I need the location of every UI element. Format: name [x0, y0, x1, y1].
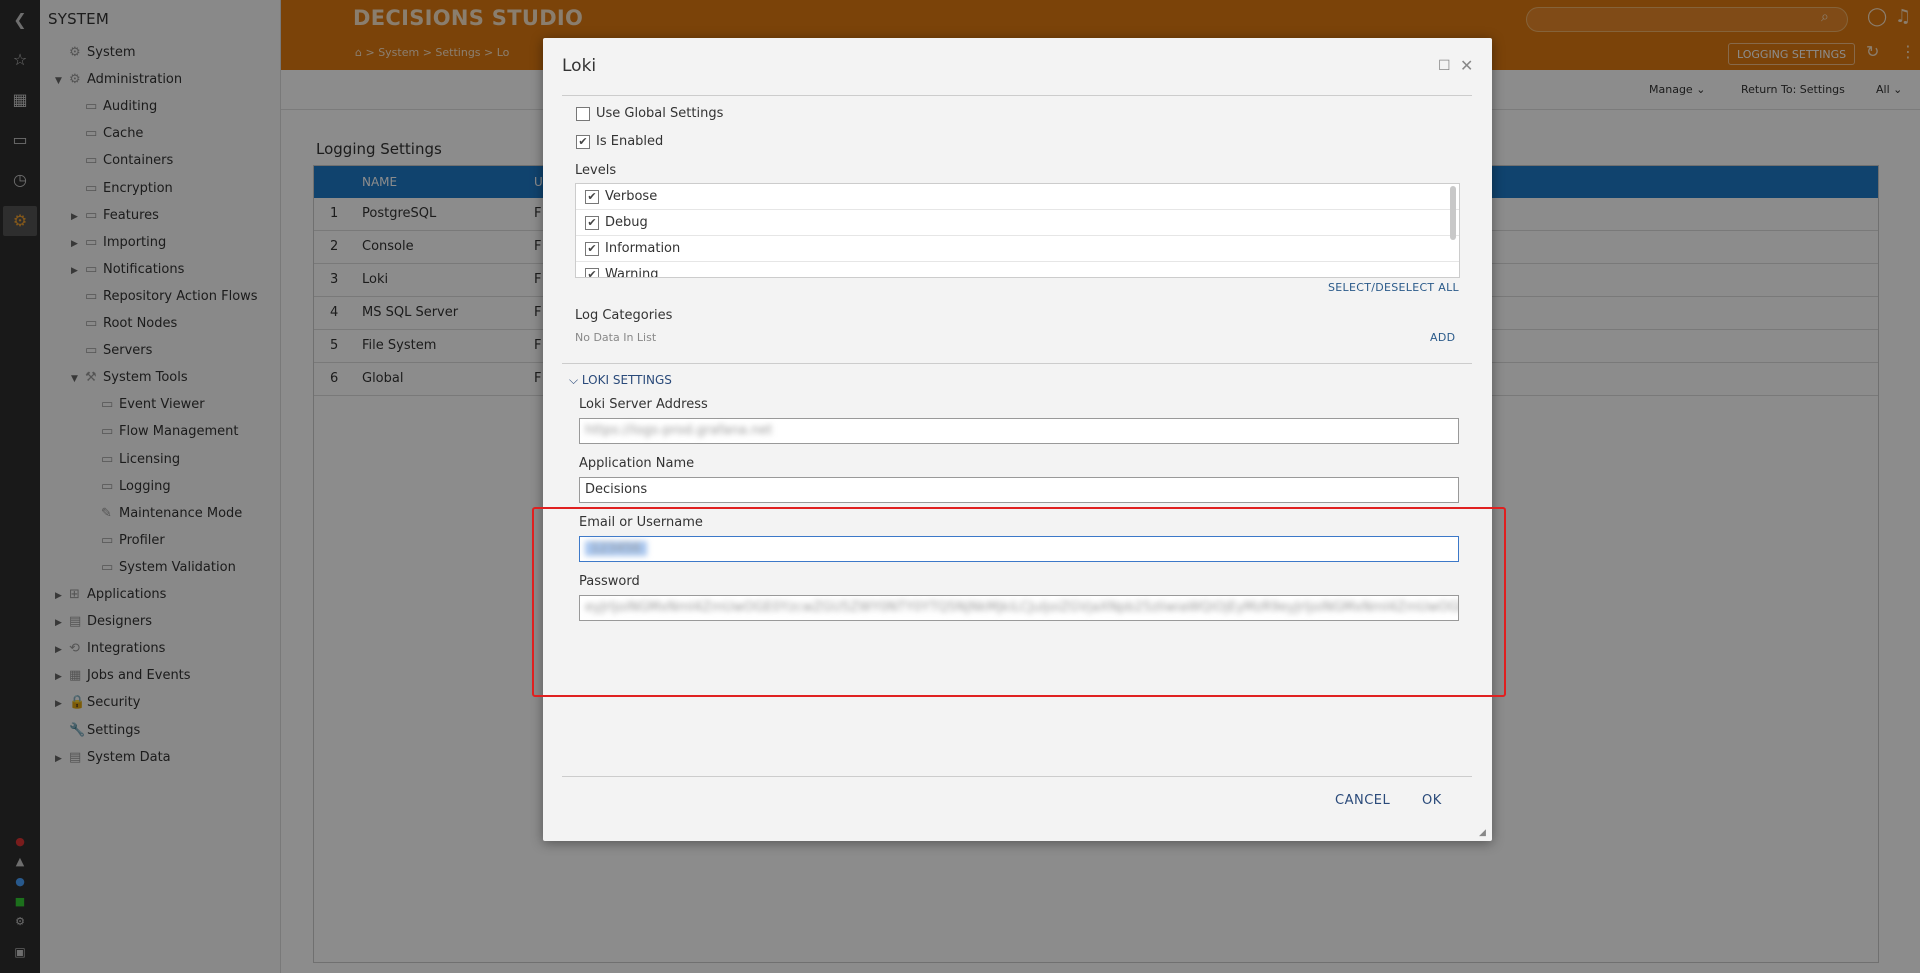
level-checkbox[interactable]: ✔: [585, 189, 599, 204]
ok-button[interactable]: OK: [1422, 793, 1442, 808]
close-icon[interactable]: ✕: [1460, 56, 1473, 75]
level-item[interactable]: ✔ Verbose: [576, 184, 1459, 210]
level-checkbox[interactable]: ✔: [585, 267, 599, 277]
use-global-settings-checkbox[interactable]: [576, 106, 590, 121]
maximize-icon[interactable]: ☐: [1438, 58, 1451, 74]
level-item[interactable]: ✔ Information: [576, 236, 1459, 262]
levels-list: ✔ Verbose ✔ Debug ✔ Information ✔ Warning: [575, 183, 1460, 278]
footer-divider: [562, 776, 1472, 777]
highlight-box: [532, 507, 1506, 697]
chevron-down-icon: ⌵: [569, 373, 582, 387]
level-checkbox[interactable]: ✔: [585, 241, 599, 256]
level-checkbox[interactable]: ✔: [585, 215, 599, 230]
is-enabled-row[interactable]: ✔ Is Enabled: [576, 134, 663, 149]
level-label: Verbose: [605, 189, 658, 204]
app-name-value: Decisions: [585, 482, 648, 497]
server-address-label: Loki Server Address: [579, 397, 708, 412]
add-category-link[interactable]: ADD: [1430, 331, 1455, 344]
loki-settings-label: LOKI SETTINGS: [581, 373, 672, 387]
level-item[interactable]: ✔ Debug: [576, 210, 1459, 236]
is-enabled-label: Is Enabled: [596, 134, 664, 149]
app-name-label: Application Name: [579, 456, 695, 471]
no-data-text: No Data In List: [575, 331, 657, 344]
dialog-title: Loki: [562, 56, 597, 76]
use-global-settings-label: Use Global Settings: [596, 106, 724, 121]
section-divider: [562, 363, 1472, 364]
app-name-input[interactable]: Decisions: [579, 477, 1459, 503]
loki-dialog: Loki ☐ ✕ Use Global Settings ✔ Is Enabled…: [543, 38, 1492, 841]
resize-handle-icon[interactable]: ◢: [1479, 828, 1486, 838]
loki-settings-toggle[interactable]: ⌵ LOKI SETTINGS: [569, 373, 672, 388]
level-item[interactable]: ✔ Warning: [576, 262, 1459, 278]
level-label: Warning: [605, 267, 659, 278]
use-global-settings-row[interactable]: Use Global Settings: [576, 106, 723, 121]
server-address-value: https://logs-prod.grafana.net: [585, 423, 773, 438]
header-divider: [562, 95, 1472, 96]
server-address-input[interactable]: https://logs-prod.grafana.net: [579, 418, 1459, 444]
level-label: Debug: [605, 215, 648, 230]
cancel-button[interactable]: CANCEL: [1335, 793, 1390, 808]
levels-scrollbar[interactable]: [1450, 186, 1456, 240]
select-deselect-all-link[interactable]: SELECT/DESELECT ALL: [1328, 281, 1459, 294]
level-label: Information: [605, 241, 681, 256]
levels-label: Levels: [575, 163, 617, 178]
log-categories-label: Log Categories: [575, 308, 673, 323]
is-enabled-checkbox[interactable]: ✔: [576, 134, 590, 149]
